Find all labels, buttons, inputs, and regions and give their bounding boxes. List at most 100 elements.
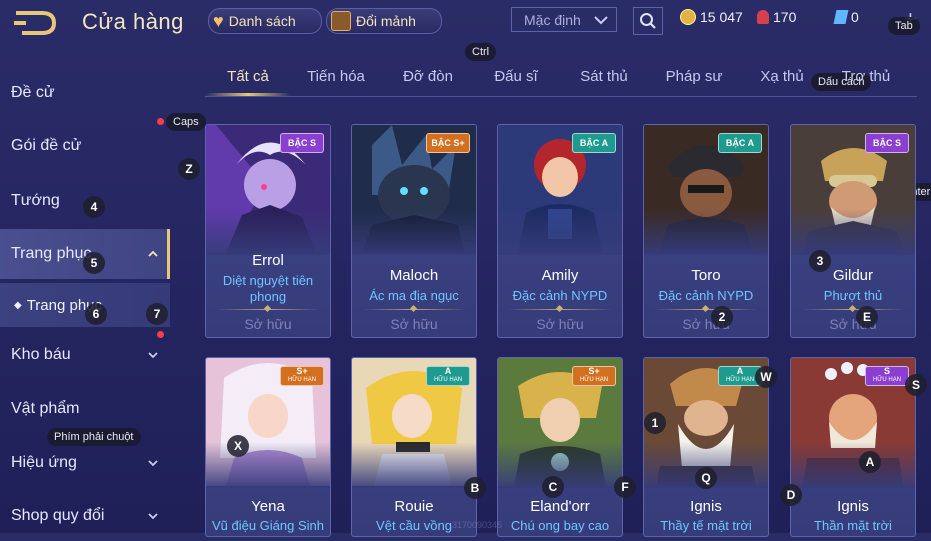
hero-name: Ignis (837, 498, 869, 515)
search-button[interactable] (633, 7, 663, 35)
skin-name: Vũ điệu Giáng Sinh (211, 518, 325, 533)
gold-coin-icon (680, 9, 696, 25)
key-hint-a: A (859, 451, 881, 473)
sidebar-item-recommended[interactable]: Đề cử (0, 68, 170, 118)
divider (362, 309, 466, 310)
search-icon (640, 13, 656, 29)
skin-card[interactable]: A HỮU HẠN Rouie Vệt cầu vồng (351, 357, 477, 537)
hero-name: Ignis (690, 498, 722, 515)
skin-name: Chú ong bay cao (510, 518, 610, 533)
tab-support[interactable]: Trợ thủ (829, 68, 903, 85)
tier-badge: S HỮU HẠN (865, 366, 909, 386)
tier-badge: BẬC S+ (426, 133, 470, 153)
tab-assassin[interactable]: Sát thủ (569, 68, 639, 85)
skin-name: Đặc cảnh NYPD (658, 288, 754, 303)
shard-exchange-button[interactable]: Đổi mảnh (326, 8, 442, 34)
list-button[interactable]: ♥ Danh sách (208, 8, 322, 34)
bullet-icon: ◆ (14, 299, 22, 311)
key-hint-q: Q (695, 467, 717, 489)
key-hint-b: B (464, 477, 486, 499)
chevron-down-icon (148, 460, 158, 467)
sidebar-subitem-skins[interactable]: ◆ Trang phục (0, 283, 170, 338)
skin-card[interactable]: BẬC S Gildur Phượt thủ Sở hữu (790, 124, 916, 338)
skin-name: Đặc cảnh NYPD (512, 288, 608, 303)
shard-chest-icon (331, 11, 351, 31)
key-hint-z: Z (178, 158, 200, 180)
key-hint-caps: Caps (166, 113, 206, 131)
chevron-down-icon (148, 352, 158, 359)
sidebar-item-items[interactable]: Vật phẩm (0, 384, 170, 434)
chevron-down-icon (148, 513, 158, 520)
key-hint-w: W (755, 366, 777, 388)
tier-badge: BẬC S (865, 133, 909, 153)
hero-name: Yena (251, 498, 285, 515)
hero-name: Gildur (832, 267, 873, 284)
skin-name: Ác ma địa ngục (369, 288, 459, 303)
tier-badge: A HỮU HẠN (426, 366, 470, 386)
sidebar-item-skins[interactable]: Trang phục (0, 229, 170, 279)
key-hint-7: 7 (146, 303, 168, 325)
owned-label: Sở hữu (829, 316, 877, 332)
voucher-icon (833, 10, 849, 24)
hero-name: Toro (691, 267, 721, 284)
sort-value: Mặc định (524, 11, 581, 28)
skin-card[interactable]: A HỮU HẠN Ignis Thầy tế mặt trời (643, 357, 769, 537)
sidebar: Đề cử Gói đề cử Tướng Trang phục ◆ Trang… (0, 64, 170, 533)
skin-card[interactable]: S HỮU HẠN Ignis Thần mặt trời (790, 357, 916, 537)
voucher-balance: 0 (833, 9, 859, 25)
divider (654, 309, 758, 310)
hero-name: Eland'orr (530, 498, 590, 515)
tier-badge: BẬC A (718, 133, 762, 153)
skin-card[interactable]: S+ HỮU HẠN Eland'orr Chú ong bay cao (497, 357, 623, 537)
key-hint-2: 2 (711, 306, 733, 328)
owned-label: Sở hữu (244, 316, 292, 332)
skin-name: Phượt thủ (823, 288, 883, 303)
tier-badge: S+ HỮU HẠN (280, 366, 324, 386)
sidebar-item-treasure[interactable]: Kho báu (0, 330, 170, 380)
key-hint-3: 3 (809, 250, 831, 272)
heart-icon: ♥ (213, 11, 224, 31)
back-button[interactable] (12, 10, 60, 36)
skin-card[interactable]: BẬC A Amily Đặc cảnh NYPD Sở hữu (497, 124, 623, 338)
chevron-down-icon (594, 15, 608, 24)
tab-mage[interactable]: Pháp sư (657, 68, 731, 85)
key-hint-4: 4 (83, 196, 105, 218)
tier-badge: BẬC A (572, 133, 616, 153)
tab-active-indicator (205, 93, 291, 96)
key-hint-x: X (227, 435, 249, 457)
ruby-balance: 170 (757, 9, 796, 25)
gold-balance: 15 047 (680, 9, 743, 25)
hero-name: Errol (252, 252, 284, 269)
skin-card[interactable]: BẬC S Errol Diệt nguyệt tiên phong Sở hữ… (205, 124, 331, 338)
tab-evolution[interactable]: Tiến hóa (299, 68, 373, 85)
tab-all[interactable]: Tất cả (205, 68, 291, 85)
key-hint-e: E (856, 306, 878, 328)
tab-tank[interactable]: Đỡ đòn (391, 68, 465, 85)
skin-name: Diệt nguyệt tiên phong (222, 273, 314, 304)
hero-name: Maloch (389, 267, 439, 284)
hero-name: Amily (541, 267, 579, 284)
key-hint-s: S (905, 374, 927, 396)
key-hint-6: 6 (85, 303, 107, 325)
skin-name: Thần mặt trời (814, 518, 892, 533)
ruby-icon (757, 10, 769, 24)
list-label: Danh sách (228, 13, 296, 29)
tab-marksman[interactable]: Xạ thủ (749, 68, 815, 85)
key-hint-right-click: Phím phải chuột (47, 428, 141, 446)
key-hint-d: D (780, 484, 802, 506)
key-hint-ctrl: Ctrl (465, 43, 497, 61)
sidebar-item-exchange-shop[interactable]: Shop quy đổi (0, 491, 170, 541)
owned-label: Sở hữu (390, 316, 438, 332)
tier-badge: S+ HỮU HẠN (572, 366, 616, 386)
tier-badge: BẬC S (280, 133, 324, 153)
skin-card[interactable]: BẬC A Toro Đặc cảnh NYPD Sở hữu (643, 124, 769, 338)
divider (508, 309, 612, 310)
sidebar-item-recommended-bundles[interactable]: Gói đề cử (0, 118, 170, 171)
key-hint-tab: Tab (888, 17, 920, 35)
chevron-up-icon (148, 250, 158, 257)
sort-select[interactable]: Mặc định (511, 7, 617, 32)
skin-card[interactable]: BẬC S+ Maloch Ác ma địa ngục Sở hữu (351, 124, 477, 338)
tab-fighter[interactable]: Đấu sĩ (481, 68, 551, 85)
skin-card[interactable]: S+ HỮU HẠN Yena Vũ điệu Giáng Sinh (205, 357, 331, 537)
divider (216, 309, 320, 310)
